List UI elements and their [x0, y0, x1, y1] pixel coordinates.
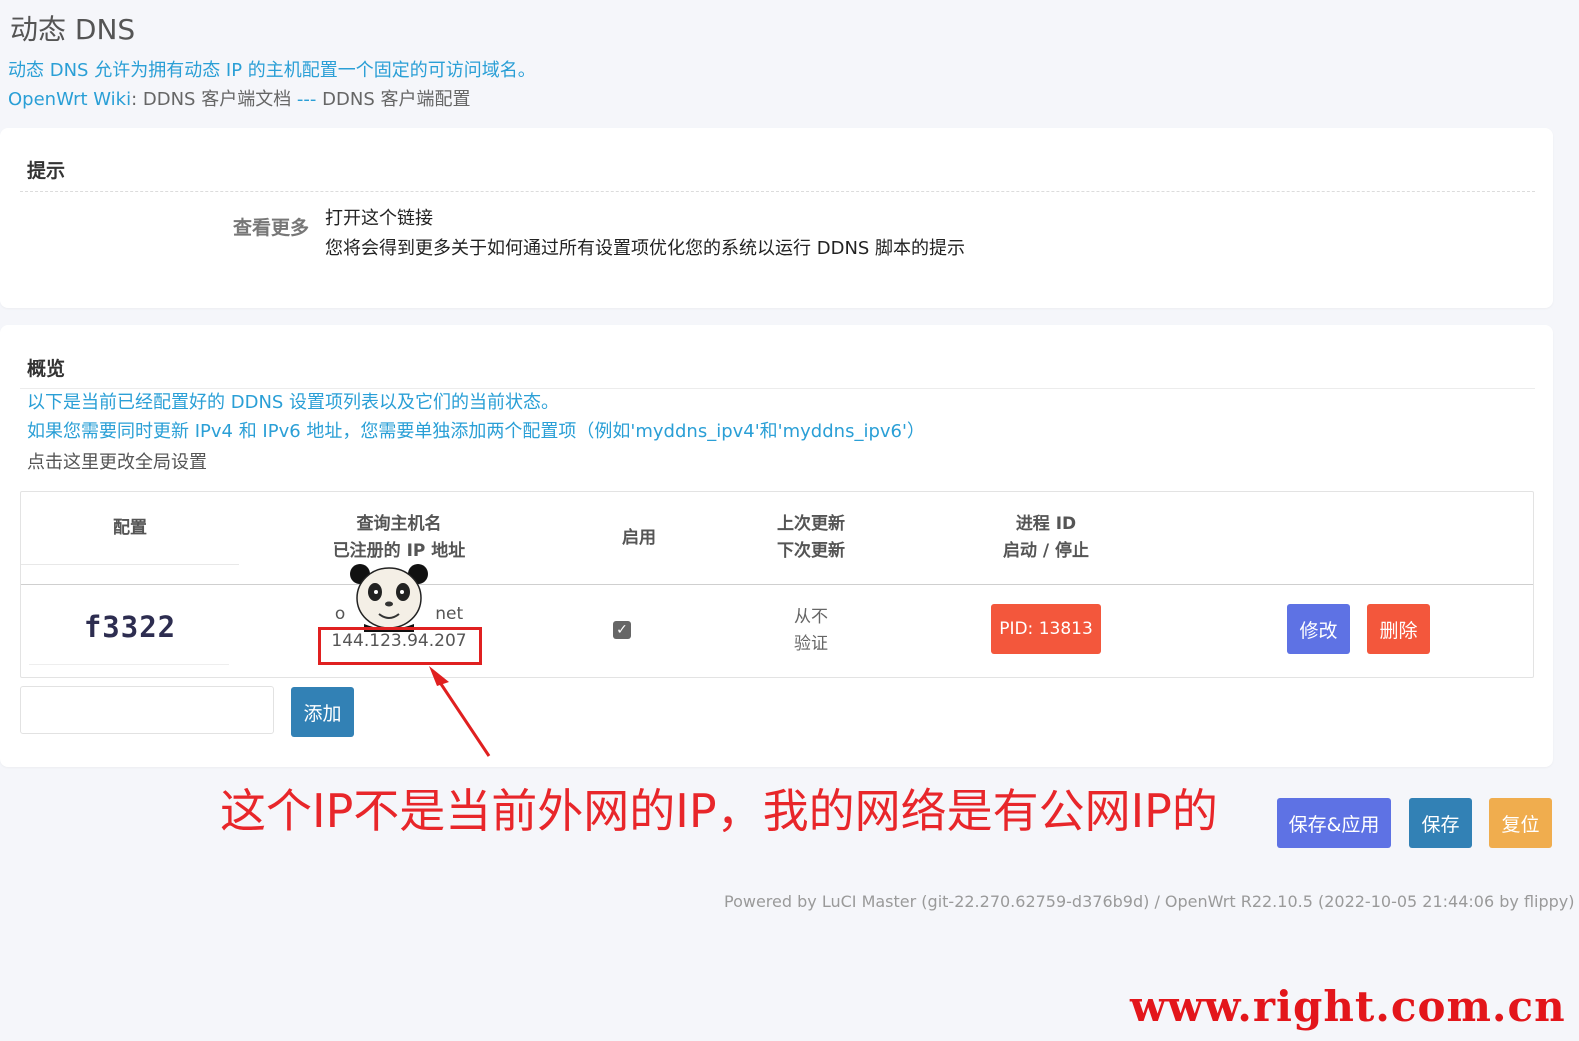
tips-label: 查看更多 — [233, 217, 310, 239]
delete-button[interactable]: 删除 — [1367, 604, 1430, 654]
wiki-line: OpenWrt Wiki: DDNS 客户端文档 --- DDNS 客户端配置 — [8, 85, 470, 111]
tips-link[interactable]: 打开这个链接 — [325, 204, 965, 234]
page-description: 动态 DNS 允许为拥有动态 IP 的主机配置一个固定的可访问域名。 — [8, 60, 536, 81]
col-header-config: 配置 — [21, 492, 239, 565]
overview-line-2: 如果您需要同时更新 IPv4 和 IPv6 地址，您需要单独添加两个配置项（例如… — [27, 421, 925, 442]
page-title: 动态 DNS — [10, 13, 136, 46]
ddns-table: 配置 查询主机名 已注册的 IP 地址 启用 上次更新 下次更新 进程 ID 启动 /… — [20, 491, 1534, 678]
tips-divider — [20, 191, 1535, 192]
tips-title: 提示 — [27, 160, 66, 182]
save-button[interactable]: 保存 — [1409, 798, 1472, 848]
pid-toggle-button[interactable]: PID: 13813 — [991, 604, 1101, 654]
config-name: f3322 — [83, 610, 177, 644]
last-update: 从不 — [794, 607, 828, 627]
global-settings-link[interactable]: 点击这里更改全局设置 — [27, 448, 207, 474]
overview-line-1: 以下是当前已经配置好的 DDNS 设置项列表以及它们的当前状态。 — [27, 392, 560, 413]
reset-button[interactable]: 复位 — [1489, 798, 1552, 848]
wiki-config-text: DDNS 客户端配置 — [316, 89, 471, 110]
config-cell-divider — [29, 664, 229, 665]
annotation-arrow-icon — [429, 666, 491, 757]
save-apply-button[interactable]: 保存&应用 — [1277, 798, 1391, 848]
col-header-update: 上次更新 下次更新 — [777, 514, 845, 561]
tips-card: 提示 查看更多 打开这个链接 您将会得到更多关于如何通过所有设置项优化您的系统以… — [0, 128, 1553, 308]
col-header-pid: 进程 ID 启动 / 停止 — [1002, 514, 1090, 561]
overview-title: 概览 — [27, 358, 66, 380]
footer-credit: Powered by LuCI Master (git-22.270.62759… — [724, 892, 1575, 911]
add-button[interactable]: 添加 — [291, 687, 354, 737]
update-times: 从不 验证 — [751, 604, 871, 658]
wiki-link[interactable]: OpenWrt Wiki — [8, 89, 131, 110]
annotation-text: 这个IP不是当前外网的IP，我的网络是有公网IP的 — [220, 784, 1218, 838]
wiki-separator: --- — [296, 89, 317, 110]
wiki-doc-text: : DDNS 客户端文档 — [131, 89, 297, 110]
tips-detail: 您将会得到更多关于如何通过所有设置项优化您的系统以运行 DDNS 脚本的提示 — [325, 238, 966, 259]
new-config-input[interactable] — [20, 686, 274, 734]
panda-sticker-icon — [350, 564, 428, 632]
enable-checkbox[interactable]: ✓ — [613, 621, 631, 639]
watermark: www.right.com.cn — [1130, 982, 1566, 1031]
tips-value: 打开这个链接 您将会得到更多关于如何通过所有设置项优化您的系统以运行 DDNS … — [325, 204, 965, 264]
next-update: 验证 — [794, 634, 828, 654]
overview-card: 概览 以下是当前已经配置好的 DDNS 设置项列表以及它们的当前状态。 如果您需… — [0, 325, 1553, 767]
col-header-enable: 启用 — [622, 527, 656, 548]
edit-button[interactable]: 修改 — [1287, 604, 1350, 654]
table-header-divider — [21, 584, 1533, 585]
